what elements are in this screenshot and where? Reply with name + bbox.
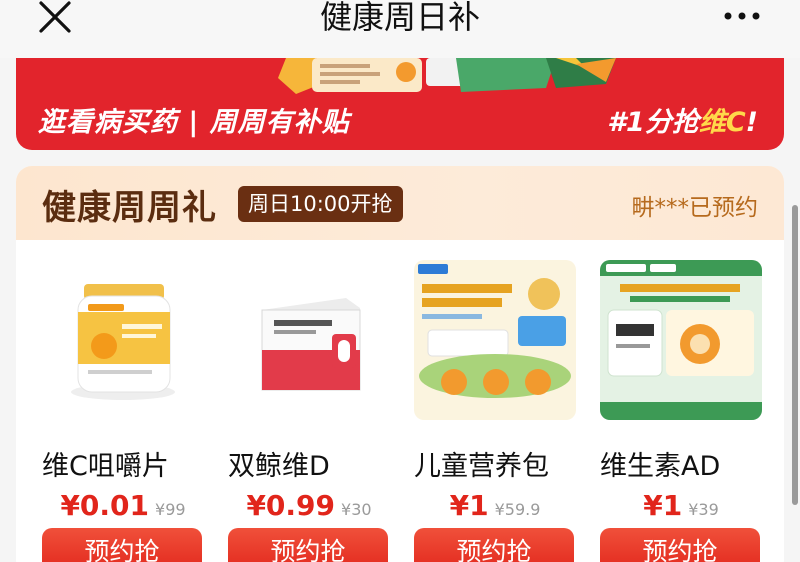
top-nav-bar: 健康周日补: [0, 0, 800, 58]
product-image[interactable]: [228, 260, 390, 420]
product-image[interactable]: [42, 260, 204, 420]
card-title: 健康周周礼: [42, 188, 217, 228]
price-row: ¥1 ¥39: [600, 489, 762, 522]
weekly-gift-card: 健康周周礼 周日10:00开抢 畊***已预约 维C咀嚼片 ¥0.01 ¥99 预…: [16, 166, 784, 562]
product-image[interactable]: [600, 260, 762, 420]
reserve-button[interactable]: 预约抢: [600, 528, 760, 562]
product-image[interactable]: [414, 260, 576, 420]
price-row: ¥1 ¥59.9: [414, 489, 576, 522]
product-name: 双鲸维D: [228, 451, 330, 482]
page-title: 健康周日补: [319, 0, 480, 36]
card-header: 健康周周礼 周日10:00开抢 畊***已预约: [16, 166, 784, 240]
more-options-icon[interactable]: [720, 6, 764, 26]
reserve-button[interactable]: 预约抢: [228, 528, 388, 562]
product-name: 维C咀嚼片: [42, 451, 169, 482]
promo-highlight: 维C: [698, 107, 746, 138]
product-original-price: ¥59.9: [494, 500, 541, 519]
price-row: ¥0.99 ¥30: [228, 489, 390, 522]
product-price: ¥0.01: [60, 489, 150, 522]
reserved-count-text: 畊***已预约: [631, 195, 759, 221]
product-item[interactable]: 维C咀嚼片 ¥0.01 ¥99 预约抢: [42, 260, 204, 562]
promo-prefix: #1分抢: [607, 107, 699, 138]
banner-slogan: 逛看病买药 | 周周有补贴: [38, 107, 350, 138]
product-name: 儿童营养包: [414, 451, 549, 482]
scrollbar[interactable]: [792, 205, 798, 505]
promo-suffix: !: [745, 107, 758, 138]
banner-promo-text: #1分抢维C!: [607, 100, 758, 139]
time-badge: 周日10:00开抢: [238, 186, 403, 222]
reserve-button[interactable]: 预约抢: [414, 528, 574, 562]
product-price: ¥1: [643, 489, 683, 522]
product-item[interactable]: 双鲸维D ¥0.99 ¥30 预约抢: [228, 260, 390, 562]
product-original-price: ¥99: [155, 500, 186, 519]
product-item[interactable]: 维生素AD ¥1 ¥39 预约抢: [600, 260, 762, 562]
price-row: ¥0.01 ¥99: [42, 489, 204, 522]
promo-banner[interactable]: 逛看病买药 | 周周有补贴 #1分抢维C!: [16, 58, 784, 150]
product-name: 维生素AD: [600, 451, 721, 482]
product-price: ¥1: [449, 489, 489, 522]
product-price: ¥0.99: [246, 489, 336, 522]
banner-illustration: [16, 58, 784, 94]
product-original-price: ¥30: [341, 500, 372, 519]
product-item[interactable]: 儿童营养包 ¥1 ¥59.9 预约抢: [414, 260, 576, 562]
reserve-button[interactable]: 预约抢: [42, 528, 202, 562]
product-original-price: ¥39: [688, 500, 719, 519]
